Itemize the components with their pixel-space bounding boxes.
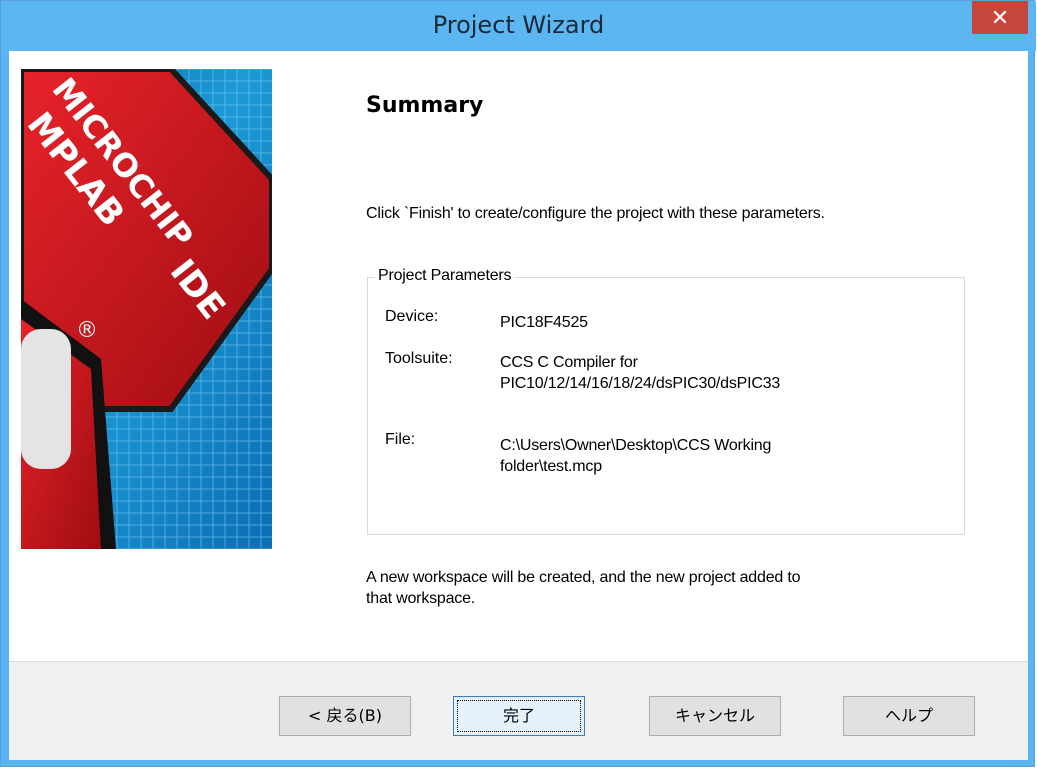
- wizard-body: MICROCHIP MPLAB IDE ® Summary Click `Fin…: [9, 51, 1028, 760]
- file-line: folder\test.mcp: [500, 458, 602, 475]
- title-bar[interactable]: Project Wizard ✕: [1, 1, 1036, 51]
- mplab-banner-image: MICROCHIP MPLAB IDE ®: [21, 69, 272, 549]
- toolsuite-line: PIC10/12/14/16/18/24/dsPIC30/dsPIC33: [500, 375, 781, 392]
- button-bar: < 戻る(B) 完了 キャンセル ヘルプ: [9, 661, 1028, 760]
- project-wizard-window: Project Wizard ✕ MICROCHIP MPLAB IDE ® S…: [0, 0, 1036, 767]
- file-line: C:\Users\Owner\Desktop\CCS Working: [500, 437, 772, 454]
- back-button[interactable]: < 戻る(B): [279, 696, 411, 736]
- intro-text: Click `Finish' to create/configure the p…: [366, 205, 825, 222]
- file-label: File:: [385, 431, 416, 448]
- focus-rect: [457, 700, 581, 732]
- help-button[interactable]: ヘルプ: [843, 696, 975, 736]
- workspace-note-line: A new workspace will be created, and the…: [366, 569, 801, 586]
- finish-button[interactable]: 完了: [453, 696, 585, 736]
- close-button[interactable]: ✕: [972, 1, 1028, 34]
- workspace-note: A new workspace will be created, and the…: [366, 567, 966, 609]
- window-title: Project Wizard: [432, 11, 605, 39]
- page-heading: Summary: [366, 93, 484, 118]
- group-title: Project Parameters: [375, 267, 515, 285]
- toolsuite-label: Toolsuite:: [385, 350, 453, 367]
- workspace-note-line: that workspace.: [366, 590, 476, 607]
- file-value: C:\Users\Owner\Desktop\CCS Working folde…: [500, 435, 940, 477]
- mplab-logo-graphic: MICROCHIP MPLAB IDE ®: [21, 69, 272, 549]
- device-value: PIC18F4525: [500, 314, 588, 331]
- cancel-button[interactable]: キャンセル: [649, 696, 781, 736]
- device-label: Device:: [385, 308, 439, 325]
- registered-mark: ®: [76, 318, 98, 343]
- toolsuite-line: CCS C Compiler for: [500, 354, 638, 371]
- project-parameters-group: Project Parameters Device: PIC18F4525 To…: [367, 267, 965, 535]
- toolsuite-value: CCS C Compiler for PIC10/12/14/16/18/24/…: [500, 352, 940, 394]
